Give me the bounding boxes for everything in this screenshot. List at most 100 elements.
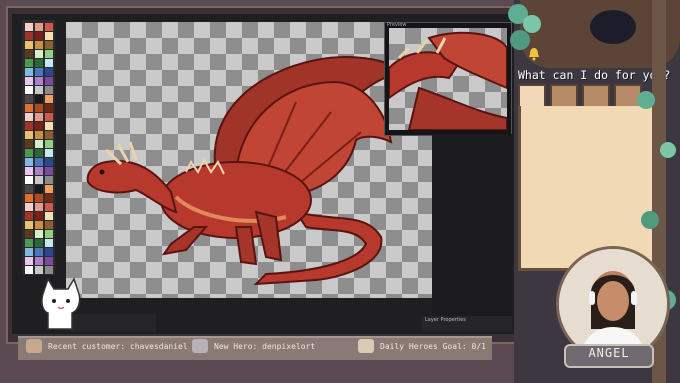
palette-swatch[interactable]: [25, 158, 33, 166]
palette-swatch[interactable]: [35, 68, 43, 76]
palette-swatch[interactable]: [25, 104, 33, 112]
palette-swatch[interactable]: [35, 50, 43, 58]
palette-swatch[interactable]: [45, 248, 53, 256]
palette-swatch[interactable]: [35, 221, 43, 229]
palette-swatch[interactable]: [45, 212, 53, 220]
palette-swatch[interactable]: [35, 194, 43, 202]
palette-swatch[interactable]: [45, 149, 53, 157]
goal-icon: [358, 339, 374, 353]
palette-swatch[interactable]: [45, 203, 53, 211]
tree-hollow: [590, 10, 636, 44]
palette-swatch[interactable]: [25, 122, 33, 130]
palette-swatch[interactable]: [25, 77, 33, 85]
palette-swatch[interactable]: [35, 212, 43, 220]
palette-swatch[interactable]: [35, 149, 43, 157]
palette-swatch[interactable]: [25, 230, 33, 238]
palette-swatch[interactable]: [25, 140, 33, 148]
customer-icon: [26, 339, 42, 353]
palette-swatch[interactable]: [25, 203, 33, 211]
palette-swatch[interactable]: [35, 185, 43, 193]
palette-swatch[interactable]: [35, 140, 43, 148]
layers-panel[interactable]: [432, 134, 512, 316]
palette-swatch[interactable]: [45, 140, 53, 148]
palette-swatch[interactable]: [45, 167, 53, 175]
palette-swatch[interactable]: [25, 248, 33, 256]
palette-swatch[interactable]: [35, 266, 43, 274]
palette-swatch[interactable]: [45, 176, 53, 184]
palette-swatch[interactable]: [35, 77, 43, 85]
palette-swatch[interactable]: [35, 122, 43, 130]
palette-swatch[interactable]: [35, 167, 43, 175]
palette-swatch[interactable]: [35, 59, 43, 67]
palette-swatch[interactable]: [25, 239, 33, 247]
palette-swatch[interactable]: [45, 221, 53, 229]
palette-swatch[interactable]: [25, 95, 33, 103]
palette-swatch[interactable]: [25, 23, 33, 31]
palette-swatch[interactable]: [35, 248, 43, 256]
palette-swatch[interactable]: [25, 113, 33, 121]
palette-swatch[interactable]: [35, 239, 43, 247]
palette-swatch[interactable]: [45, 32, 53, 40]
palette-swatch[interactable]: [45, 68, 53, 76]
palette-swatch[interactable]: [45, 266, 53, 274]
palette-swatch[interactable]: [35, 86, 43, 94]
palette-swatch[interactable]: [35, 95, 43, 103]
palette-swatch[interactable]: [45, 230, 53, 238]
gear-wheel-icon[interactable]: [582, 84, 610, 108]
palette-swatch[interactable]: [25, 257, 33, 265]
palette-swatch[interactable]: [45, 41, 53, 49]
palette-swatch[interactable]: [25, 131, 33, 139]
palette-swatch[interactable]: [25, 212, 33, 220]
palette-swatch[interactable]: [45, 59, 53, 67]
palette-swatch[interactable]: [35, 104, 43, 112]
palette-swatch[interactable]: [25, 149, 33, 157]
palette-swatch[interactable]: [25, 86, 33, 94]
new-hero-icon: [192, 339, 208, 353]
drink-icon[interactable]: [550, 84, 578, 108]
palette-swatch[interactable]: [45, 131, 53, 139]
palette-swatch[interactable]: [45, 113, 53, 121]
palette-swatch[interactable]: [35, 176, 43, 184]
palette-swatch[interactable]: [45, 194, 53, 202]
palette-swatch[interactable]: [45, 185, 53, 193]
preview-viewport: [389, 28, 507, 130]
palette-swatch[interactable]: [45, 23, 53, 31]
streamer-name: ANGEL: [588, 346, 630, 360]
palette-swatch[interactable]: [35, 113, 43, 121]
palette-swatch[interactable]: [25, 221, 33, 229]
palette-swatch[interactable]: [25, 194, 33, 202]
palette-swatch[interactable]: [25, 167, 33, 175]
palette-swatch[interactable]: [45, 50, 53, 58]
recent-customer-text: Recent customer: chavesdaniel: [48, 342, 188, 351]
palette-swatch[interactable]: [45, 257, 53, 265]
palette-swatch[interactable]: [45, 95, 53, 103]
palette-swatch[interactable]: [25, 68, 33, 76]
palette-swatch[interactable]: [35, 32, 43, 40]
palette-swatch[interactable]: [35, 131, 43, 139]
palette-swatch[interactable]: [35, 158, 43, 166]
hand-icon[interactable]: [518, 84, 546, 108]
palette-swatch[interactable]: [45, 77, 53, 85]
palette-swatch[interactable]: [35, 41, 43, 49]
layer-properties-panel[interactable]: Layer Properties: [422, 316, 512, 332]
palette-swatch[interactable]: [35, 23, 43, 31]
palette-swatch[interactable]: [25, 266, 33, 274]
palette-swatch[interactable]: [35, 257, 43, 265]
palette-swatch[interactable]: [25, 41, 33, 49]
palette-swatch[interactable]: [25, 185, 33, 193]
palette-swatch[interactable]: [25, 176, 33, 184]
palette-swatch[interactable]: [35, 203, 43, 211]
palette-swatch[interactable]: [45, 122, 53, 130]
palette-swatch[interactable]: [45, 86, 53, 94]
palette-swatch[interactable]: [45, 104, 53, 112]
palette-swatch[interactable]: [45, 158, 53, 166]
palette-swatch[interactable]: [45, 239, 53, 247]
palette-swatch[interactable]: [25, 32, 33, 40]
cat-mascot: [38, 277, 84, 333]
palette-swatch[interactable]: [25, 50, 33, 58]
color-palette[interactable]: [22, 20, 55, 275]
sidebar-tabs: [518, 84, 648, 108]
palette-swatch[interactable]: [25, 59, 33, 67]
palette-swatch[interactable]: [35, 230, 43, 238]
drawing-canvas[interactable]: [66, 22, 434, 298]
